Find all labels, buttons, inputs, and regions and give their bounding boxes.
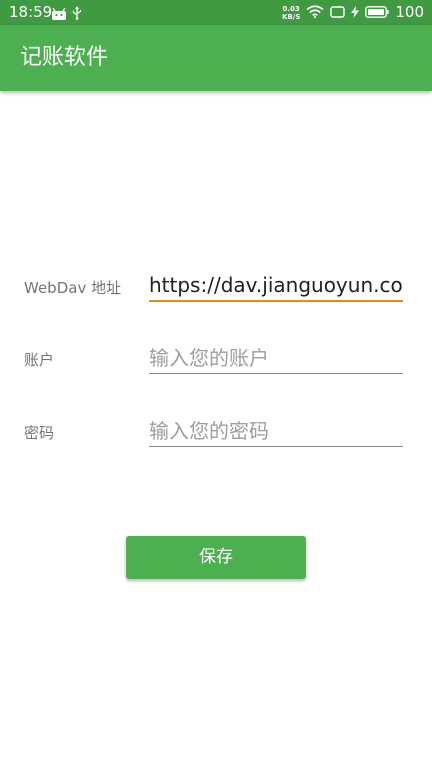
password-row: 密码 bbox=[0, 415, 432, 455]
status-bar: 18:59 0.03 KB/S 100 bbox=[0, 0, 432, 25]
sim-icon bbox=[330, 3, 346, 22]
network-speed-value: 0.03 bbox=[282, 4, 300, 13]
app-title: 记账软件 bbox=[20, 45, 109, 70]
status-time: 18:59 bbox=[9, 3, 53, 21]
wifi-icon bbox=[306, 3, 324, 22]
network-speed-unit: KB/S bbox=[282, 12, 301, 21]
charging-icon bbox=[351, 3, 360, 22]
account-label: 账户 bbox=[24, 351, 55, 369]
password-label: 密码 bbox=[24, 424, 55, 442]
android-icon bbox=[52, 5, 66, 24]
save-button[interactable]: 保存 bbox=[126, 536, 306, 579]
account-row: 账户 bbox=[0, 342, 432, 382]
battery-icon bbox=[365, 3, 389, 22]
battery-level: 100 bbox=[395, 3, 424, 21]
password-input[interactable] bbox=[149, 415, 403, 447]
webdav-url-input[interactable] bbox=[149, 270, 403, 302]
network-speed: 0.03 KB/S bbox=[282, 5, 300, 21]
webdav-row: WebDav 地址 bbox=[0, 270, 432, 310]
account-input[interactable] bbox=[149, 342, 403, 374]
status-left-icons bbox=[52, 5, 82, 24]
usb-icon bbox=[72, 5, 82, 24]
app-bar: 记账软件 bbox=[0, 25, 432, 91]
status-right-icons: 0.03 KB/S 100 bbox=[282, 2, 424, 23]
webdav-label: WebDav 地址 bbox=[24, 279, 122, 297]
app-screen: 18:59 0.03 KB/S 100 记账软件 WebDav 地址 https… bbox=[0, 0, 432, 768]
